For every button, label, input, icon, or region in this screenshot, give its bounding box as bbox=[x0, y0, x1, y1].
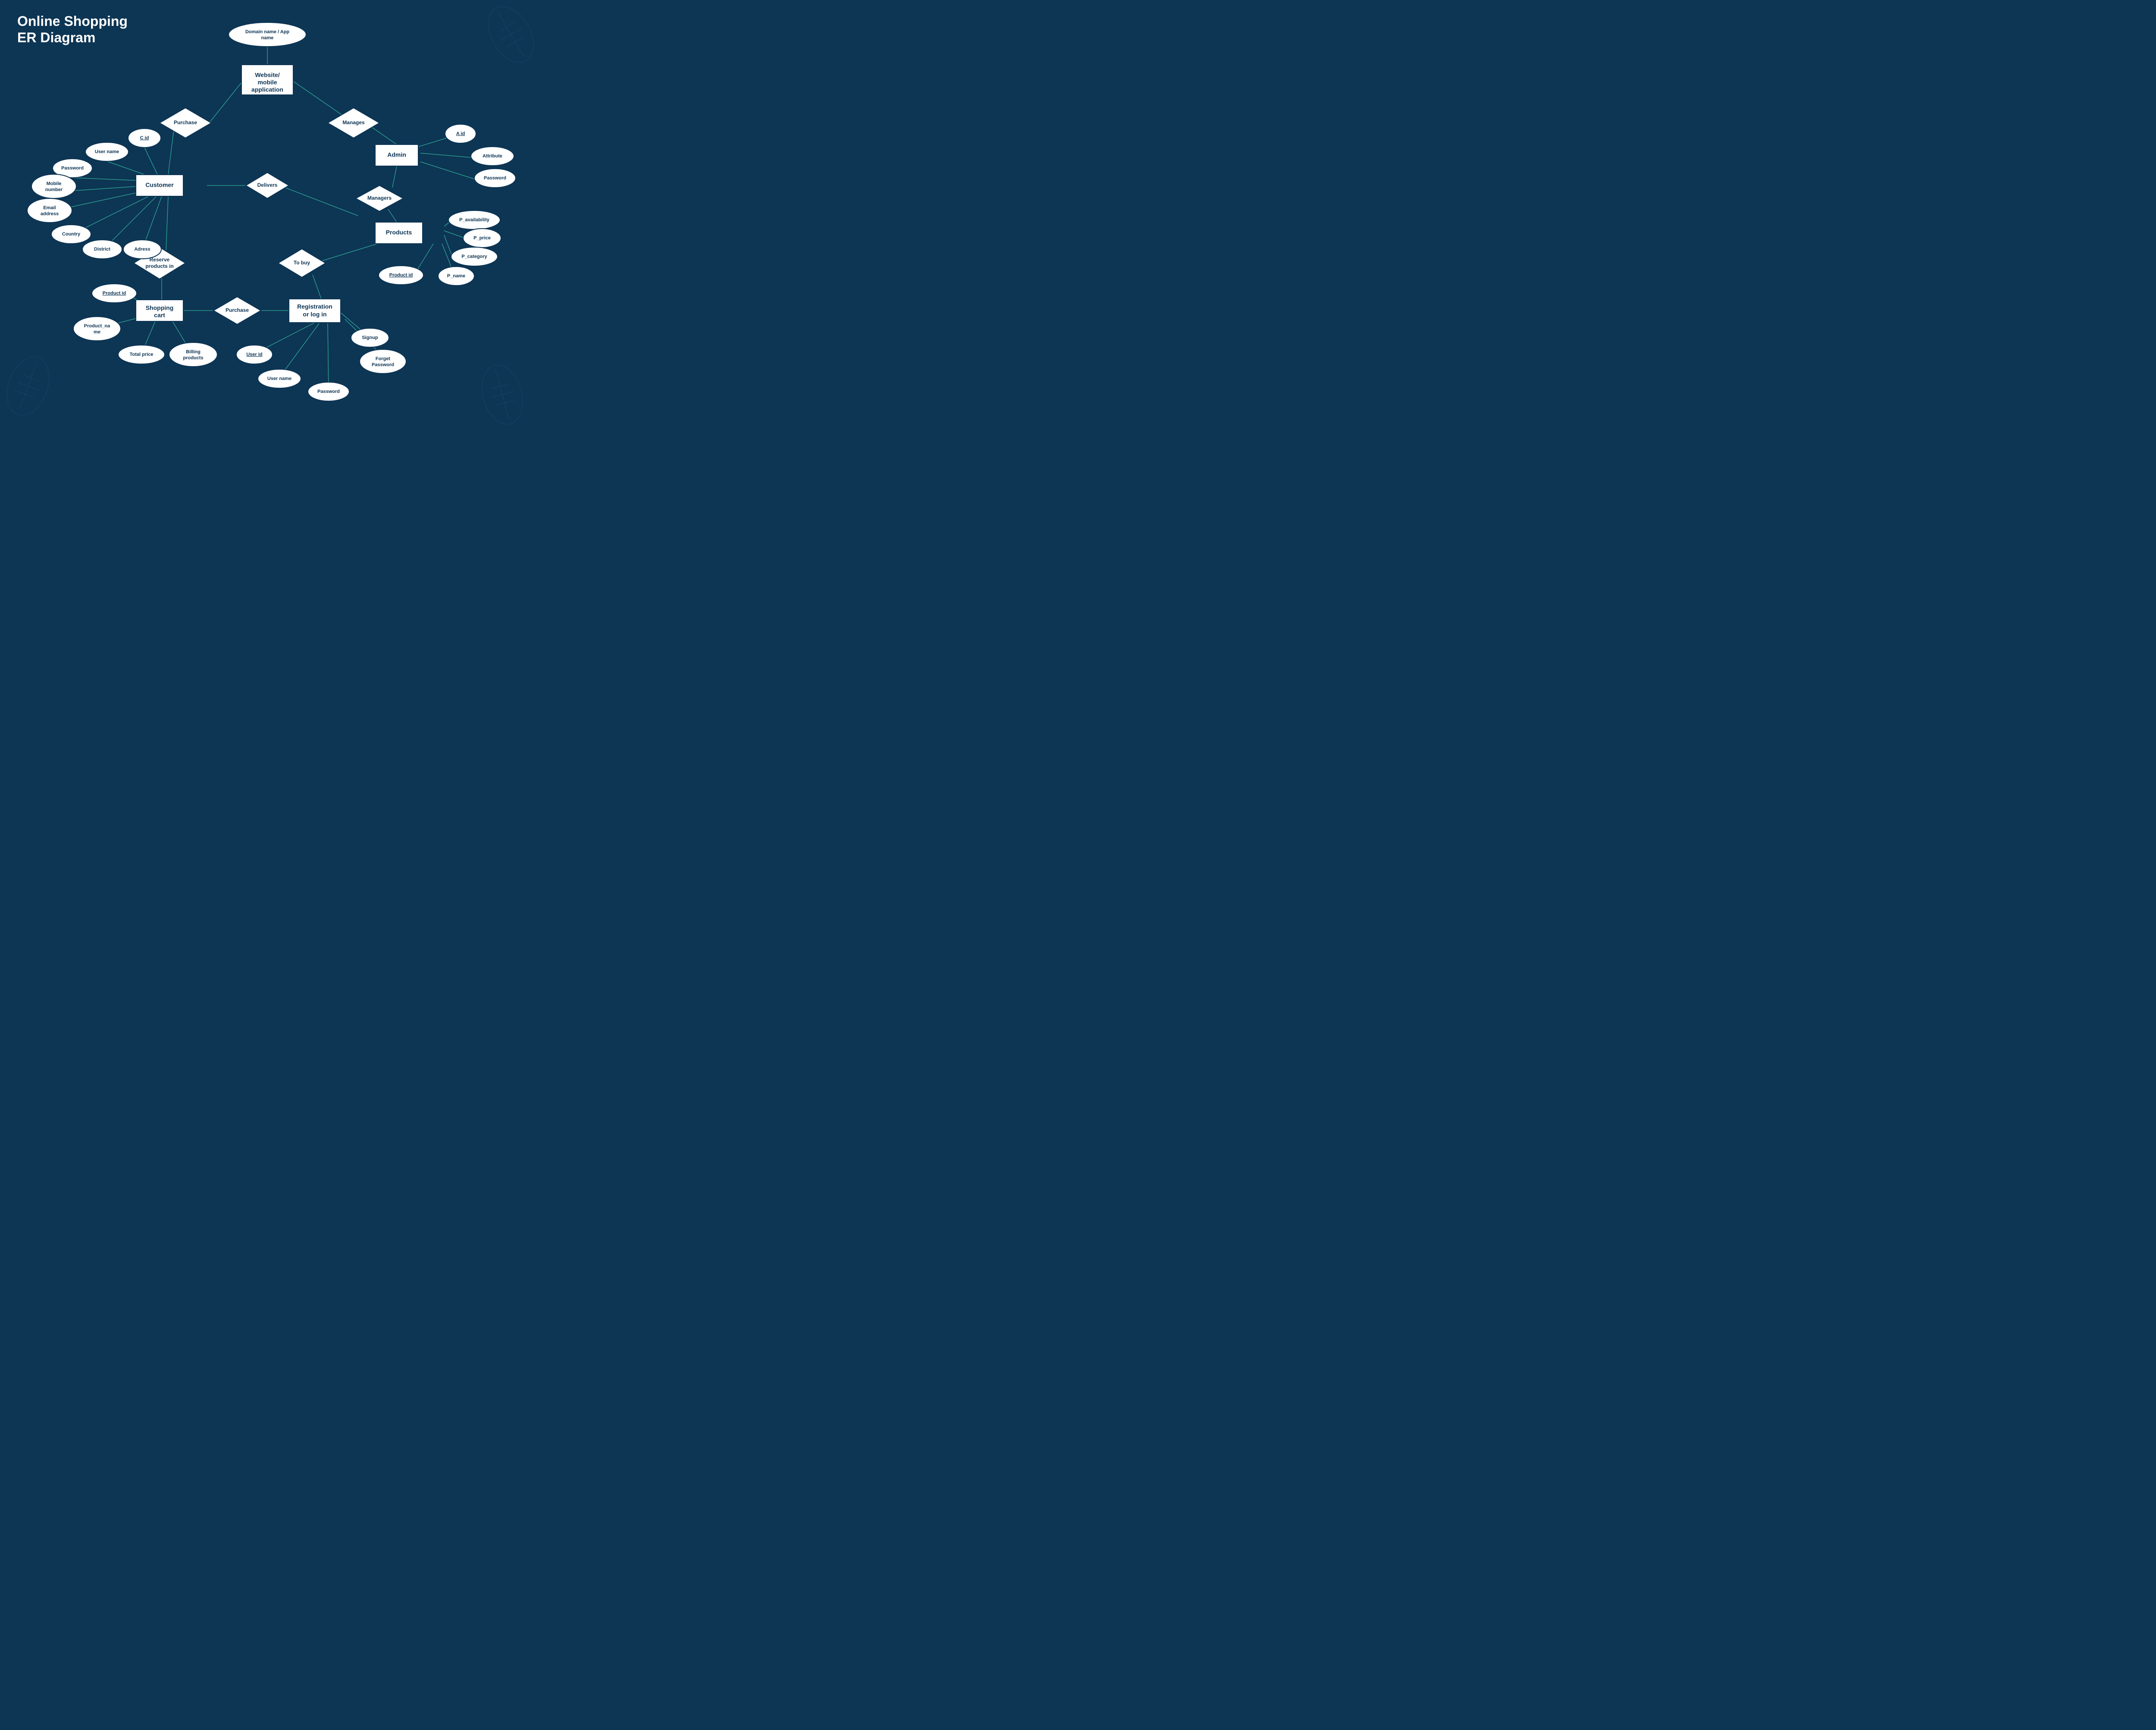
entity-website-text: Website/ bbox=[255, 72, 279, 78]
attr-signup-text: Signup bbox=[362, 335, 378, 340]
attr-p-price-text: P_price bbox=[473, 235, 491, 241]
attr-product-name-text1: Product_na bbox=[84, 323, 110, 329]
attr-p-category-text: P_category bbox=[461, 254, 487, 259]
entity-shopping-cart-text2: cart bbox=[154, 312, 165, 319]
attr-c-id-text: C id bbox=[140, 135, 149, 141]
attr-product-name-text2: me bbox=[94, 330, 100, 335]
attr-billing bbox=[169, 342, 217, 367]
rel-managers-text: Managers bbox=[367, 195, 392, 201]
attr-domain-name-text1: Domain name / App bbox=[245, 29, 290, 35]
entity-admin-text: Admin bbox=[387, 151, 406, 158]
attr-mobile bbox=[31, 174, 76, 198]
rel-to-buy-text: To buy bbox=[294, 260, 310, 266]
attr-product-name bbox=[73, 317, 121, 341]
attr-forget-password-text2: Password bbox=[372, 362, 394, 367]
attr-email-text1: Email bbox=[43, 205, 56, 210]
attr-billing-text2: products bbox=[183, 355, 203, 361]
attr-mobile-text1: Mobile bbox=[47, 181, 62, 186]
attr-domain-name bbox=[229, 22, 306, 47]
attr-username-reg-text: User name bbox=[267, 376, 291, 381]
entity-registration-text2: or log in bbox=[303, 311, 326, 318]
attr-product-id-products-text: Product id bbox=[389, 273, 413, 278]
attr-password-admin-text: Password bbox=[484, 176, 506, 181]
attr-product-id-sc-text: Product id bbox=[103, 291, 126, 296]
attr-district-text: District bbox=[94, 247, 110, 252]
attr-p-name-text: P_name bbox=[447, 273, 465, 279]
attr-forget-password bbox=[360, 349, 406, 374]
rel-manages-text: Manages bbox=[342, 119, 365, 126]
entity-products-text: Products bbox=[386, 229, 412, 236]
attr-attribute-text: Attribute bbox=[483, 154, 502, 159]
attr-password-reg-text: Password bbox=[317, 389, 340, 394]
attr-mobile-text2: number bbox=[45, 187, 63, 192]
attr-a-id-text: A id bbox=[456, 131, 465, 136]
attr-total-price-text: Total price bbox=[130, 352, 154, 357]
attr-user-id-text: User id bbox=[246, 352, 262, 357]
attr-address-text: Adress bbox=[134, 247, 150, 252]
attr-country-text: Country bbox=[62, 232, 81, 237]
entity-shopping-cart-text1: Shopping bbox=[146, 305, 174, 311]
attr-domain-name-text2: name bbox=[261, 35, 274, 41]
rel-delivers-text: Delivers bbox=[257, 182, 278, 188]
attr-username-customer-text: User name bbox=[95, 149, 119, 154]
rel-reserve-text2: products in bbox=[145, 263, 173, 269]
entity-website-text3: application bbox=[251, 86, 283, 93]
attr-p-availability-text: P_availability bbox=[459, 217, 490, 223]
attr-forget-password-text1: Forget bbox=[376, 356, 391, 361]
rel-purchase-bottom-text: Purchase bbox=[226, 307, 249, 313]
attr-billing-text1: Billing bbox=[186, 349, 201, 355]
entity-customer-text: Customer bbox=[145, 182, 174, 188]
entity-registration-text1: Registration bbox=[297, 303, 332, 310]
attr-email-text2: address bbox=[41, 211, 59, 217]
attr-password-customer-text: Password bbox=[61, 166, 84, 171]
entity-website-text2: mobile bbox=[257, 79, 277, 86]
rel-purchase-top-text: Purchase bbox=[174, 119, 197, 126]
attr-email bbox=[27, 198, 72, 223]
